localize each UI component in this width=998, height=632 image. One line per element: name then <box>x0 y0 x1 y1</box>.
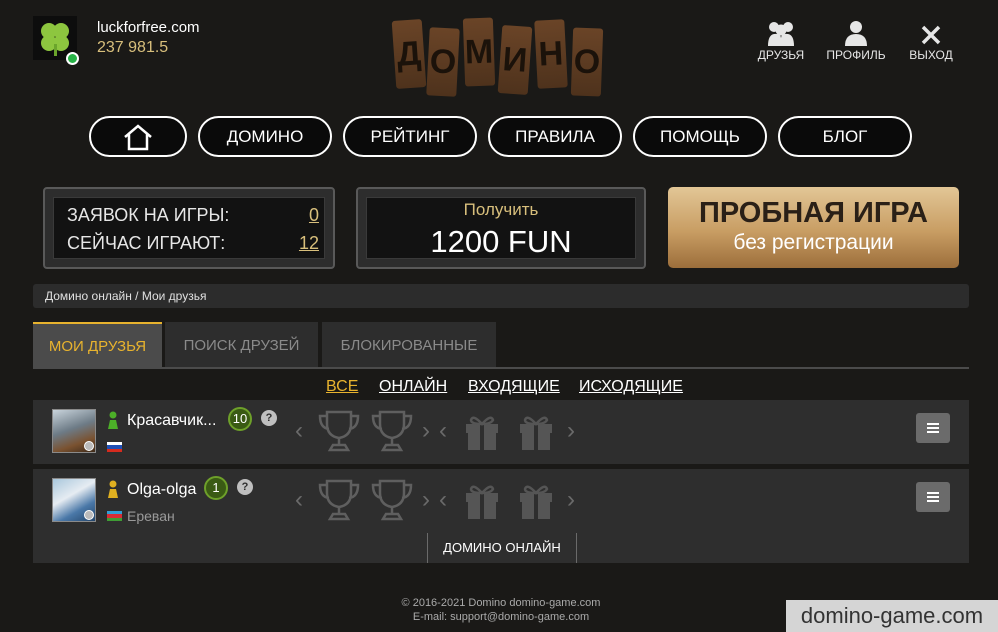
bonus-label: Получить <box>463 200 539 219</box>
domino-brand-logo[interactable]: Д О М И Н О <box>391 16 606 100</box>
requests-label: ЗАЯВОК НА ИГРЫ: <box>67 205 230 225</box>
trophy-icon[interactable] <box>370 408 414 454</box>
help-icon[interactable]: ? <box>237 479 253 495</box>
site-name[interactable]: luckforfree.com <box>97 19 200 36</box>
logout-link[interactable]: ВЫХОД <box>901 18 961 62</box>
level-badge: 1 <box>204 476 228 500</box>
brand-letter: Д <box>391 19 427 89</box>
trophy-icon[interactable] <box>370 477 414 523</box>
friend-name[interactable]: Olga-olga <box>127 481 196 499</box>
friends-link[interactable]: ДРУЗЬЯ <box>751 18 811 62</box>
friend-row: Красавчик... 10 ? ‹ › ‹ › <box>33 400 969 464</box>
tab-search-friends[interactable]: ПОИСК ДРУЗЕЙ <box>165 322 318 368</box>
trial-title: ПРОБНАЯ ИГРА <box>698 197 928 229</box>
chevron-left-icon[interactable]: ‹ <box>295 417 303 445</box>
trial-game-button[interactable]: ПРОБНАЯ ИГРА без регистрации <box>668 187 959 268</box>
player-status-icon <box>107 411 119 429</box>
home-icon <box>124 123 152 150</box>
filter-all[interactable]: ВСЕ <box>326 378 358 396</box>
friends-icon <box>751 18 811 46</box>
chevron-right-icon[interactable]: › <box>422 486 430 514</box>
domino-online-link[interactable]: ДОМИНО ОНЛАЙН <box>427 533 577 563</box>
player-status-icon <box>107 480 119 498</box>
chevron-left-icon[interactable]: ‹ <box>295 486 303 514</box>
profile-icon <box>826 18 886 46</box>
nav-domino[interactable]: ДОМИНО <box>198 116 332 157</box>
friend-menu-button[interactable] <box>916 413 950 443</box>
friend-name[interactable]: Красавчик... <box>127 412 216 430</box>
requests-count[interactable]: 0 <box>309 205 319 226</box>
brand-letter: И <box>497 25 533 95</box>
watermark: domino-game.com <box>786 600 998 632</box>
azerbaijan-flag-icon <box>107 511 122 521</box>
bonus-amount: 1200 FUN <box>430 224 572 259</box>
chevron-right-icon[interactable]: › <box>567 417 575 445</box>
home-button[interactable] <box>89 116 187 157</box>
bonus-panel[interactable]: Получить 1200 FUN <box>356 187 646 269</box>
trophy-icon[interactable] <box>317 477 361 523</box>
avatar-status-dot <box>84 510 94 520</box>
nav-blog[interactable]: БЛОГ <box>778 116 912 157</box>
filter-incoming[interactable]: ВХОДЯЩИЕ <box>468 378 560 396</box>
brand-letter: О <box>570 27 604 97</box>
filter-outgoing[interactable]: ИСХОДЯЩИЕ <box>579 378 683 396</box>
playing-label: СЕЙЧАС ИГРАЮТ: <box>67 233 226 253</box>
tab-blocked[interactable]: БЛОКИРОВАННЫЕ <box>322 322 496 368</box>
breadcrumb: Домино онлайн / Мои друзья <box>33 284 969 308</box>
chevron-right-icon[interactable]: › <box>422 417 430 445</box>
friends-label: ДРУЗЬЯ <box>757 48 805 62</box>
nav-help[interactable]: ПОМОЩЬ <box>633 116 767 157</box>
avatar-status-dot <box>84 441 94 451</box>
chevron-left-icon[interactable]: ‹ <box>439 486 447 514</box>
gift-icon[interactable] <box>463 481 501 521</box>
friend-city: Ереван <box>127 508 175 524</box>
filter-online[interactable]: ОНЛАЙН <box>379 378 447 396</box>
gift-icon[interactable] <box>463 412 501 452</box>
level-badge: 10 <box>228 407 252 431</box>
game-stats-panel: ЗАЯВОК НА ИГРЫ: 0 СЕЙЧАС ИГРАЮТ: 12 <box>43 187 335 269</box>
chevron-right-icon[interactable]: › <box>567 486 575 514</box>
brand-letter: О <box>426 27 460 97</box>
brand-letter: Н <box>534 19 568 89</box>
gift-icon[interactable] <box>517 481 555 521</box>
close-icon <box>901 18 961 46</box>
logout-label: ВЫХОД <box>909 48 953 62</box>
online-status-dot <box>66 52 79 65</box>
help-icon[interactable]: ? <box>261 410 277 426</box>
trophy-icon[interactable] <box>317 408 361 454</box>
friend-menu-button[interactable] <box>916 482 950 512</box>
chevron-left-icon[interactable]: ‹ <box>439 417 447 445</box>
balance: 237 981.5 <box>97 39 169 56</box>
profile-label: ПРОФИЛЬ <box>826 48 886 62</box>
tab-my-friends[interactable]: МОИ ДРУЗЬЯ <box>33 322 162 368</box>
russia-flag-icon <box>107 442 122 452</box>
profile-link[interactable]: ПРОФИЛЬ <box>826 18 886 62</box>
trial-subtitle: без регистрации <box>733 231 894 254</box>
gift-icon[interactable] <box>517 412 555 452</box>
nav-rating[interactable]: РЕЙТИНГ <box>343 116 477 157</box>
playing-count[interactable]: 12 <box>299 233 319 254</box>
breadcrumb-text[interactable]: Домино онлайн / Мои друзья <box>33 289 206 303</box>
nav-rules[interactable]: ПРАВИЛА <box>488 116 622 157</box>
tabs-divider <box>33 367 969 369</box>
brand-letter: М <box>462 17 496 87</box>
